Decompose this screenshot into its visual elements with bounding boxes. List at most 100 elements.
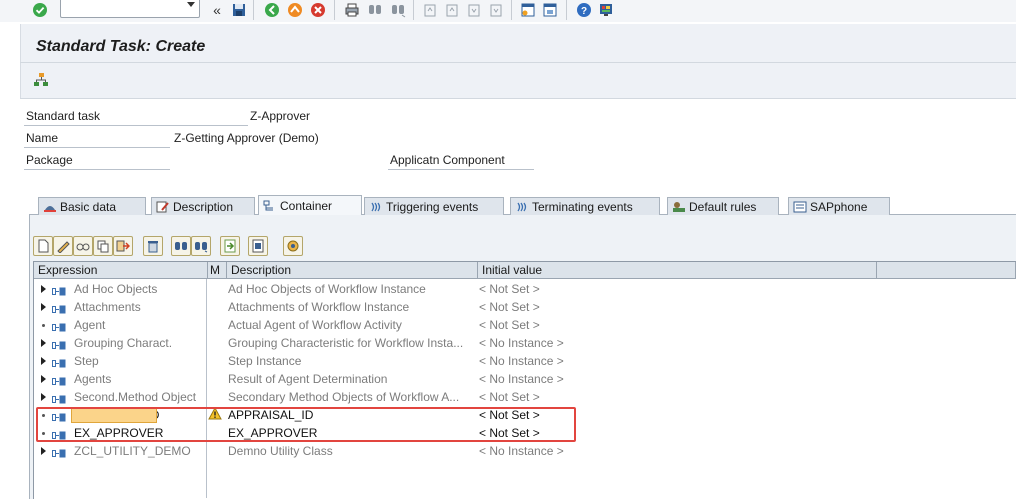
description-cell[interactable]: Demno Utility Class — [228, 444, 476, 458]
description-cell[interactable]: Actual Agent of Workflow Activity — [228, 318, 476, 332]
tab-sapphone[interactable]: SAPphone — [788, 197, 890, 215]
new-session-icon[interactable] — [519, 1, 537, 19]
where-used-icon[interactable] — [248, 236, 268, 256]
delete-icon[interactable] — [143, 236, 163, 256]
expand-arrow-icon[interactable] — [41, 393, 46, 401]
table-row[interactable]: Attachments Attachments of Workflow Insta… — [34, 299, 1016, 317]
column-header-initial-value[interactable]: Initial value — [478, 262, 877, 279]
initial-value-cell[interactable]: < Not Set > — [479, 282, 540, 296]
find-next-icon[interactable] — [389, 1, 407, 19]
enter-icon[interactable] — [31, 1, 49, 19]
column-header-expression[interactable]: Expression — [34, 262, 208, 279]
table-row[interactable]: Step Step Instance < No Instance > — [34, 353, 1016, 371]
toolbar-separator — [566, 0, 567, 20]
page-title: Standard Task: Create — [36, 38, 206, 55]
copy-icon[interactable] — [93, 236, 113, 256]
find-icon[interactable] — [366, 1, 384, 19]
tab-triggering-events[interactable]: Triggering events — [364, 197, 504, 215]
expand-arrow-icon[interactable] — [41, 285, 46, 293]
expression-cell[interactable]: Agent — [74, 318, 105, 332]
first-page-icon[interactable] — [421, 1, 439, 19]
expression-cell[interactable]: Second.Method Object — [74, 390, 196, 404]
find-icon[interactable] — [171, 236, 191, 256]
expression-cell[interactable]: Attachments — [74, 300, 141, 314]
help-icon[interactable]: ? — [575, 1, 593, 19]
table-row[interactable]: Second.Method Object Secondary Method Obj… — [34, 389, 1016, 407]
initial-value-cell[interactable]: < Not Set > — [479, 300, 540, 314]
element-icon — [52, 303, 68, 314]
hierarchy-icon[interactable] — [33, 72, 49, 88]
tab-label: Terminating events — [532, 199, 633, 214]
table-row[interactable]: Ad Hoc Objects Ad Hoc Objects of Workflow… — [34, 281, 1016, 299]
tab-description[interactable]: Description — [151, 197, 255, 215]
expand-arrow-icon[interactable] — [41, 357, 46, 365]
table-row[interactable]: Agents Result of Agent Determination < No … — [34, 371, 1016, 389]
change-icon[interactable] — [53, 236, 73, 256]
tab-terminating-events[interactable]: Terminating events — [510, 197, 660, 215]
description-cell[interactable]: Secondary Method Objects of Workflow A..… — [228, 390, 476, 404]
tab-default-rules[interactable]: Default rules — [667, 197, 779, 215]
rule-icon — [672, 201, 686, 213]
svg-text:?: ? — [581, 6, 587, 17]
save-icon[interactable] — [230, 1, 248, 19]
tab-label: Triggering events — [386, 199, 479, 214]
import-icon[interactable] — [220, 236, 240, 256]
expression-cell[interactable]: Ad Hoc Objects — [74, 282, 157, 296]
print-icon[interactable] — [343, 1, 361, 19]
app-component-underline — [388, 169, 534, 170]
standard-task-label: Standard task — [26, 109, 101, 123]
expand-arrow-icon[interactable] — [41, 447, 46, 455]
expression-cell[interactable]: Step — [74, 354, 99, 368]
initial-value-cell[interactable]: < No Instance > — [479, 354, 564, 368]
initial-value-cell[interactable]: < Not Set > — [479, 390, 540, 404]
table-row[interactable]: Agent Actual Agent of Workflow Activity < … — [34, 317, 1016, 335]
description-cell[interactable]: Attachments of Workflow Instance — [228, 300, 476, 314]
event-icon — [515, 201, 529, 213]
create-icon[interactable] — [33, 236, 53, 256]
element-icon — [52, 357, 68, 368]
description-cell[interactable]: Ad Hoc Objects of Workflow Instance — [228, 282, 476, 296]
double-chevron-icon[interactable]: « — [208, 1, 226, 19]
tab-label: Basic data — [60, 199, 117, 214]
initial-value-cell[interactable]: < No Instance > — [479, 444, 564, 458]
back-icon[interactable] — [263, 1, 281, 19]
initial-value-cell[interactable]: < No Instance > — [479, 336, 564, 350]
customize-layout-icon[interactable] — [597, 1, 615, 19]
cancel-icon[interactable] — [309, 1, 327, 19]
table-row[interactable]: Grouping Charact. Grouping Characteristic… — [34, 335, 1016, 353]
display-icon[interactable] — [73, 236, 93, 256]
standard-task-value[interactable]: Z-Approver — [250, 109, 310, 123]
table-row[interactable]: ZCL_UTILITY_DEMO Demno Utility Class < No … — [34, 443, 1016, 461]
expand-arrow-icon[interactable] — [41, 339, 46, 347]
find-next-icon[interactable] — [191, 236, 211, 256]
expand-arrow-icon[interactable] — [41, 303, 46, 311]
chevron-down-icon[interactable] — [187, 2, 195, 7]
toolbar-separator — [511, 0, 512, 20]
expression-cell[interactable]: ZCL_UTILITY_DEMO — [74, 444, 191, 458]
expand-arrow-icon[interactable] — [41, 375, 46, 383]
element-icon — [52, 321, 68, 332]
description-cell[interactable]: Grouping Characteristic for Workflow Ins… — [228, 336, 476, 350]
last-page-icon[interactable] — [487, 1, 505, 19]
previous-page-icon[interactable] — [443, 1, 461, 19]
name-underline — [24, 147, 170, 148]
exit-icon[interactable] — [286, 1, 304, 19]
column-header-m[interactable]: M — [208, 262, 227, 279]
settings-icon[interactable] — [283, 236, 303, 256]
column-header-description[interactable]: Description — [227, 262, 478, 279]
command-field[interactable] — [60, 0, 200, 18]
initial-value-cell[interactable]: < Not Set > — [479, 318, 540, 332]
name-value[interactable]: Z-Getting Approver (Demo) — [174, 131, 319, 145]
initial-value-cell[interactable]: < No Instance > — [479, 372, 564, 386]
tab-container[interactable]: Container — [258, 195, 362, 215]
expression-cell[interactable]: Grouping Charact. — [74, 336, 172, 350]
description-cell[interactable]: Step Instance — [228, 354, 476, 368]
tab-basic-data[interactable]: Basic data — [38, 197, 146, 215]
edit-icon — [156, 201, 170, 213]
shortcut-icon[interactable] — [541, 1, 559, 19]
element-icon — [52, 447, 68, 458]
next-page-icon[interactable] — [465, 1, 483, 19]
expression-cell[interactable]: Agents — [74, 372, 111, 386]
description-cell[interactable]: Result of Agent Determination — [228, 372, 476, 386]
export-icon[interactable] — [113, 236, 133, 256]
